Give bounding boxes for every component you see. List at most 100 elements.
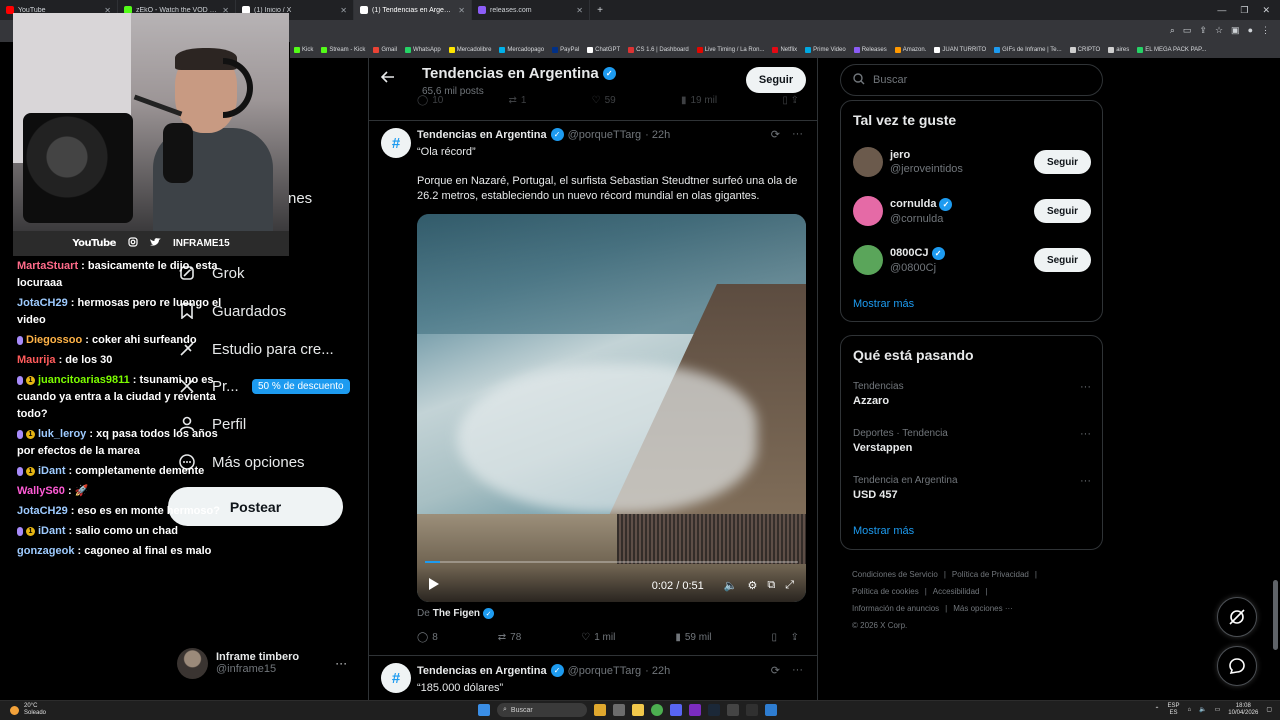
footer-link[interactable]: Política de cookies <box>852 587 919 596</box>
zoom-icon[interactable]: ⌕ <box>1170 25 1175 36</box>
who-show-more-link[interactable]: Mostrar más <box>853 298 914 310</box>
notification-icon[interactable]: ▢ <box>1266 707 1272 714</box>
more-icon[interactable]: ··· <box>792 128 803 141</box>
clock[interactable]: 18:08 10/04/2026 <box>1228 703 1258 717</box>
tweet-avatar[interactable]: # <box>381 128 411 158</box>
fullscreen-icon[interactable]: ⤢ <box>785 579 794 592</box>
bookmark-icon[interactable]: ▯ <box>772 632 778 643</box>
user-name[interactable]: jero <box>890 149 910 161</box>
bookmark-item[interactable]: Releases <box>853 47 887 53</box>
more-icon[interactable]: ··· <box>1080 381 1091 393</box>
account-switcher[interactable]: Inframe timbero @inframe15 ··· <box>177 646 357 680</box>
bookmark-item[interactable]: Prime Video <box>805 47 846 53</box>
views-button[interactable]: ▮ 19 mil <box>681 95 717 106</box>
cast-icon[interactable]: ▭ <box>1183 25 1192 36</box>
volume-icon[interactable]: 🔈 <box>1199 707 1206 714</box>
chat-username[interactable]: JotaCH29 <box>17 297 68 309</box>
user-name[interactable]: 0800CJ <box>890 247 929 259</box>
footer-link[interactable]: Más opciones ··· <box>953 604 1013 613</box>
trend-item[interactable]: Deportes · Tendencia Verstappen ··· <box>853 428 1091 454</box>
bookmark-item[interactable]: Netflix <box>772 47 797 53</box>
minimize-icon[interactable]: — <box>1217 5 1226 15</box>
repost-button[interactable]: ⇄ 78 <box>498 632 522 643</box>
share-icon[interactable]: ⇪ <box>1199 25 1207 36</box>
taskbar-search[interactable]: ⌕ Buscar <box>497 703 587 717</box>
widget-icon[interactable] <box>594 704 606 716</box>
grok-explain-icon[interactable]: ⟳ <box>771 664 780 677</box>
attribution-name[interactable]: The Figen <box>433 608 480 619</box>
network-icon[interactable]: ⌂ <box>1188 707 1192 714</box>
bookmark-share[interactable]: ▯ ⇪ <box>782 95 799 106</box>
footer-link[interactable]: Información de anuncios <box>852 604 939 613</box>
chat-username[interactable]: juancitoarias9811 <box>38 374 130 386</box>
settings-gear-icon[interactable]: ⚙ <box>747 579 757 592</box>
chat-username[interactable]: iDant <box>38 525 66 537</box>
video-progress-bar[interactable] <box>425 561 798 563</box>
grok-explain-icon[interactable]: ⟳ <box>771 128 780 141</box>
bookmark-item[interactable]: EL MEGA PACK PAP... <box>1137 47 1206 53</box>
app-icon[interactable] <box>727 704 739 716</box>
avatar[interactable] <box>853 196 883 226</box>
who-to-follow-item[interactable]: jero @jeroveintidos Seguir <box>853 145 1091 179</box>
chat-username[interactable]: iDant <box>38 465 66 477</box>
star-icon[interactable]: ☆ <box>1215 25 1223 36</box>
page-scrollbar[interactable] <box>1273 60 1278 700</box>
bookmark-item[interactable]: JUAN TURRITO <box>934 47 986 53</box>
new-tab-button[interactable]: + <box>590 5 610 16</box>
tweet-author-handle[interactable]: @porqueTTarg <box>568 129 642 141</box>
who-to-follow-item[interactable]: cornulda ✓ @cornulda Seguir <box>853 194 1091 228</box>
discount-badge[interactable]: 50 % de descuento <box>252 379 350 394</box>
battery-icon[interactable]: ▭ <box>1215 707 1221 714</box>
bookmark-item[interactable]: ChatGPT <box>587 47 620 53</box>
close-window-icon[interactable]: ✕ <box>1262 5 1270 16</box>
avatar[interactable] <box>853 147 883 177</box>
bookmark-item[interactable]: PayPal <box>552 47 579 53</box>
file-explorer-icon[interactable] <box>632 704 644 716</box>
play-icon[interactable] <box>429 578 443 593</box>
more-icon[interactable]: ··· <box>335 656 347 670</box>
trends-show-more-link[interactable]: Mostrar más <box>853 525 914 537</box>
discord-icon[interactable] <box>670 704 682 716</box>
steam-icon[interactable] <box>708 704 720 716</box>
bookmark-item[interactable]: GIFs de Inframe | Te... <box>994 47 1062 53</box>
reply-button[interactable]: ◯ 10 <box>417 95 443 106</box>
chat-username[interactable]: Diegossoo <box>26 334 82 346</box>
follow-button[interactable]: Seguir <box>1034 150 1091 174</box>
who-to-follow-item[interactable]: 0800CJ ✓ @0800Cj Seguir <box>853 243 1091 277</box>
chat-username[interactable]: luk_leroy <box>38 428 86 440</box>
trend-item[interactable]: Tendencia en Argentina USD 457 ··· <box>853 475 1091 501</box>
chrome-icon[interactable] <box>651 704 663 716</box>
footer-link[interactable]: Accesibilidad <box>933 587 980 596</box>
follow-button[interactable]: Seguir <box>746 67 806 93</box>
grok-fab-button[interactable] <box>1217 597 1257 637</box>
browser-tab[interactable]: releases.com ✕ <box>472 0 590 20</box>
bookmark-item[interactable]: aires <box>1108 47 1129 53</box>
bookmark-item[interactable]: Gmail <box>373 47 397 53</box>
footer-link[interactable]: Condiciones de Servicio <box>852 570 938 579</box>
bookmark-item[interactable]: CRIPTO <box>1069 47 1100 53</box>
profile-avatar-icon[interactable]: ● <box>1248 25 1253 36</box>
app-icon[interactable] <box>765 704 777 716</box>
task-view-icon[interactable] <box>613 704 625 716</box>
search-input[interactable]: Buscar <box>840 64 1103 96</box>
follow-button[interactable]: Seguir <box>1034 248 1091 272</box>
bookmark-item[interactable]: Mercadolibre <box>448 47 491 53</box>
trend-item[interactable]: Tendencias Azzaro ··· <box>853 381 1091 407</box>
language-indicator[interactable]: ESP ES <box>1168 703 1180 717</box>
bookmark-item[interactable]: WhatsApp <box>405 47 441 53</box>
back-arrow-icon[interactable] <box>380 70 395 87</box>
extension-icon[interactable]: ▣ <box>1231 25 1240 36</box>
weather-widget[interactable]: 20°C Soleado <box>10 703 46 717</box>
views-button[interactable]: ▮ 59 mil <box>675 632 711 643</box>
like-button[interactable]: ♡ 59 <box>592 95 616 106</box>
app-icon[interactable] <box>689 704 701 716</box>
chat-username[interactable]: Maurija <box>17 354 56 366</box>
chat-username[interactable]: WallyS60 <box>17 485 65 497</box>
browser-tab[interactable]: (1) Tendencias en Argentina (@ ✕ <box>354 0 472 20</box>
tab-close-icon[interactable]: ✕ <box>576 6 583 15</box>
maximize-icon[interactable]: ❐ <box>1240 5 1248 16</box>
bookmark-item[interactable]: CS 1.6 | Dashboard <box>628 47 689 53</box>
picture-in-picture-icon[interactable]: ⧉ <box>767 579 775 592</box>
obs-icon[interactable] <box>746 704 758 716</box>
tweet-time[interactable]: · 22h <box>645 129 670 141</box>
